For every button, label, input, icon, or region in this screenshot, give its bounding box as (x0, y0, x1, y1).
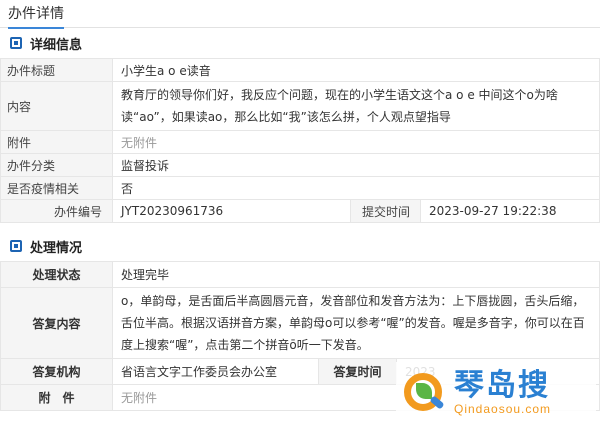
number-label: 办件编号 (0, 199, 113, 223)
section-icon (10, 37, 22, 49)
process-attachment-label: 附 件 (0, 384, 113, 411)
detail-table: 办件标题 小学生a o e读音 内容 教育厅的领导你们好，我反应个问题，现在的小… (0, 58, 600, 223)
submit-time-label: 提交时间 (350, 199, 421, 223)
table-row: 处理状态 处理完毕 (0, 261, 600, 288)
status-label: 处理状态 (0, 261, 113, 288)
process-section-header: 处理情况 (0, 231, 600, 261)
attachment-label: 附件 (0, 130, 113, 154)
reply-time-label: 答复时间 (318, 358, 397, 385)
tab-case-detail[interactable]: 办件详情 (8, 3, 64, 29)
category-value: 监督投诉 (112, 153, 600, 177)
content-value: 教育厅的领导你们好，我反应个问题，现在的小学生语文这个a o e 中间这个o为啥… (112, 81, 600, 131)
watermark-url: Qindaosou.com (454, 402, 552, 416)
process-section-title: 处理情况 (30, 240, 83, 256)
submit-time-value: 2023-09-27 19:22:38 (420, 199, 600, 223)
table-row: 答复内容 o，单韵母，是舌面后半高圆唇元音，发音部位和发音方法为：上下唇拢圆，舌… (0, 287, 600, 359)
table-row: 附件 无附件 (0, 130, 600, 154)
watermark-text: 琴岛搜 Qindaosou.com (454, 368, 552, 417)
reply-value: o，单韵母，是舌面后半高圆唇元音，发音部位和发音方法为：上下唇拢圆，舌头后缩，舌… (112, 287, 600, 359)
table-row: 办件分类 监督投诉 (0, 153, 600, 177)
content-label: 内容 (0, 81, 113, 131)
section-icon (10, 240, 22, 252)
watermark-logo-icon (402, 371, 446, 415)
number-value: JYT20230961736 (112, 199, 351, 223)
attachment-value: 无附件 (112, 130, 600, 154)
watermark: 琴岛搜 Qindaosou.com (396, 362, 596, 424)
page-tab-bar: 办件详情 (0, 0, 600, 29)
table-row: 办件标题 小学生a o e读音 (0, 58, 600, 82)
table-row: 内容 教育厅的领导你们好，我反应个问题，现在的小学生语文这个a o e 中间这个… (0, 81, 600, 131)
epidemic-label: 是否疫情相关 (0, 176, 113, 200)
table-row: 办件编号 JYT20230961736 提交时间 2023-09-27 19:2… (0, 199, 600, 223)
table-row: 是否疫情相关 否 (0, 176, 600, 200)
epidemic-value: 否 (112, 176, 600, 200)
reply-label: 答复内容 (0, 287, 113, 359)
agency-value: 省语言文字工作委员会办公室 (112, 358, 319, 385)
category-label: 办件分类 (0, 153, 113, 177)
status-value: 处理完毕 (112, 261, 600, 288)
subject-label: 办件标题 (0, 58, 113, 82)
detail-section-header: 详细信息 (0, 28, 600, 58)
agency-label: 答复机构 (0, 358, 113, 385)
subject-value: 小学生a o e读音 (112, 58, 600, 82)
watermark-cn: 琴岛搜 (454, 368, 550, 403)
detail-section-title: 详细信息 (30, 37, 83, 53)
